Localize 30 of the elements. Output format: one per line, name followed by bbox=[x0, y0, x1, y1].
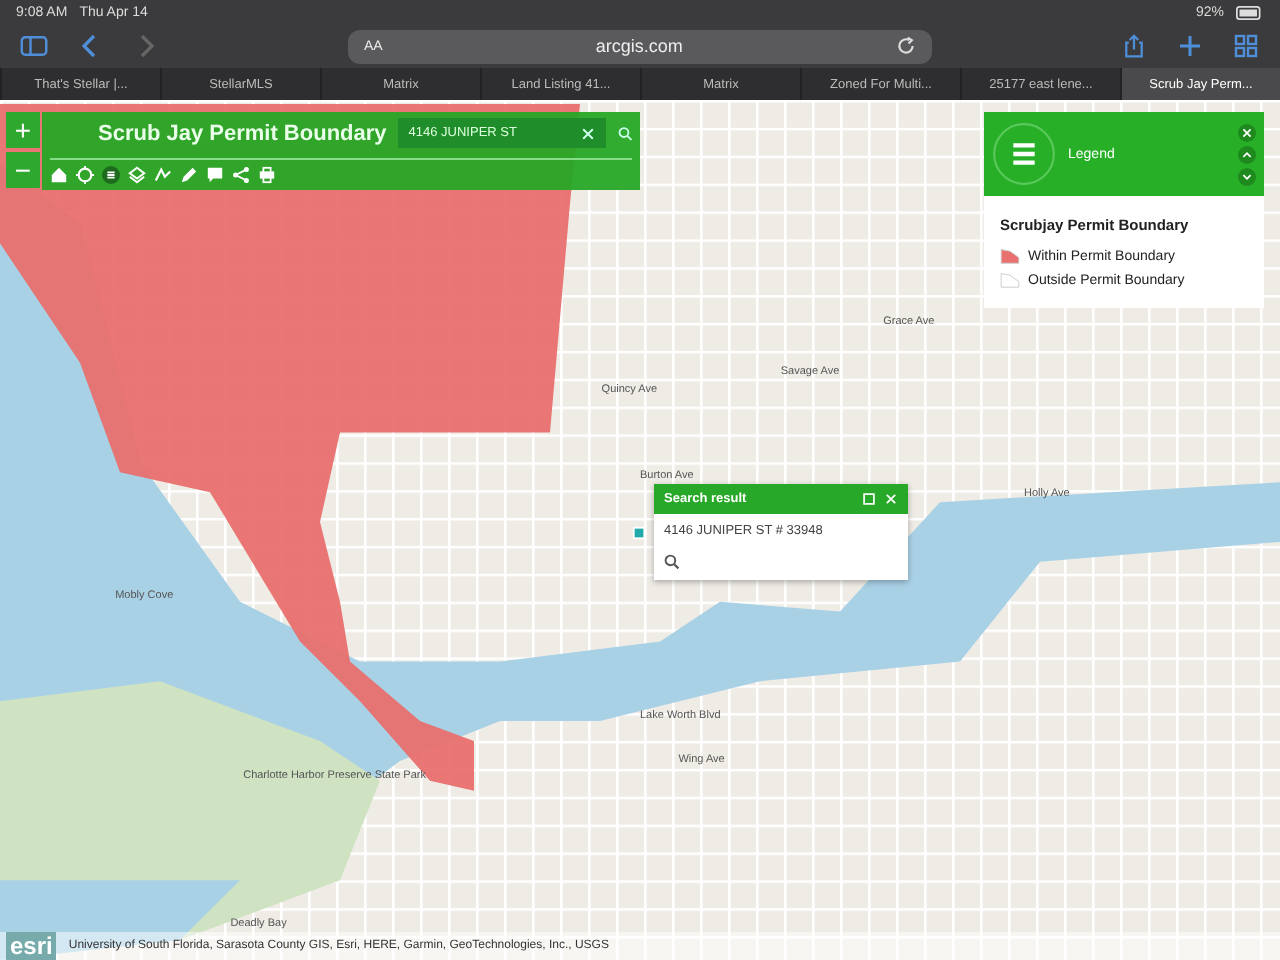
location-marker-icon bbox=[632, 526, 646, 540]
zoom-icon[interactable] bbox=[664, 554, 680, 570]
close-icon[interactable] bbox=[884, 492, 898, 506]
clear-icon[interactable] bbox=[579, 125, 596, 141]
share-icon[interactable] bbox=[232, 166, 250, 184]
list-icon[interactable] bbox=[992, 122, 1056, 186]
home-icon[interactable] bbox=[50, 166, 68, 184]
sidebar-icon[interactable] bbox=[20, 34, 48, 58]
locate-icon[interactable] bbox=[76, 166, 94, 184]
print-icon[interactable] bbox=[258, 166, 276, 184]
chevron-down-icon[interactable] bbox=[1238, 167, 1256, 185]
maximize-icon[interactable] bbox=[862, 492, 876, 506]
measure-icon[interactable] bbox=[154, 166, 172, 184]
battery-icon bbox=[1236, 5, 1264, 19]
reload-icon[interactable] bbox=[896, 36, 916, 56]
close-icon[interactable] bbox=[1238, 123, 1256, 141]
layers-icon[interactable] bbox=[128, 166, 146, 184]
url-text: arcgis.com bbox=[593, 36, 685, 56]
app-title: Scrub Jay Permit Boundary bbox=[96, 121, 387, 145]
chevron-up-icon[interactable] bbox=[1238, 145, 1256, 163]
comment-icon[interactable] bbox=[206, 166, 224, 184]
plus-icon[interactable] bbox=[1176, 34, 1204, 58]
share-icon[interactable] bbox=[1120, 34, 1148, 58]
esri-logo: esri bbox=[6, 932, 57, 960]
legend-swatch bbox=[1000, 248, 1020, 264]
grid-icon[interactable] bbox=[1232, 34, 1260, 58]
pencil-icon[interactable] bbox=[180, 166, 198, 184]
list-icon[interactable] bbox=[102, 166, 120, 184]
legend-swatch bbox=[1000, 272, 1020, 288]
search-icon[interactable] bbox=[617, 125, 632, 141]
